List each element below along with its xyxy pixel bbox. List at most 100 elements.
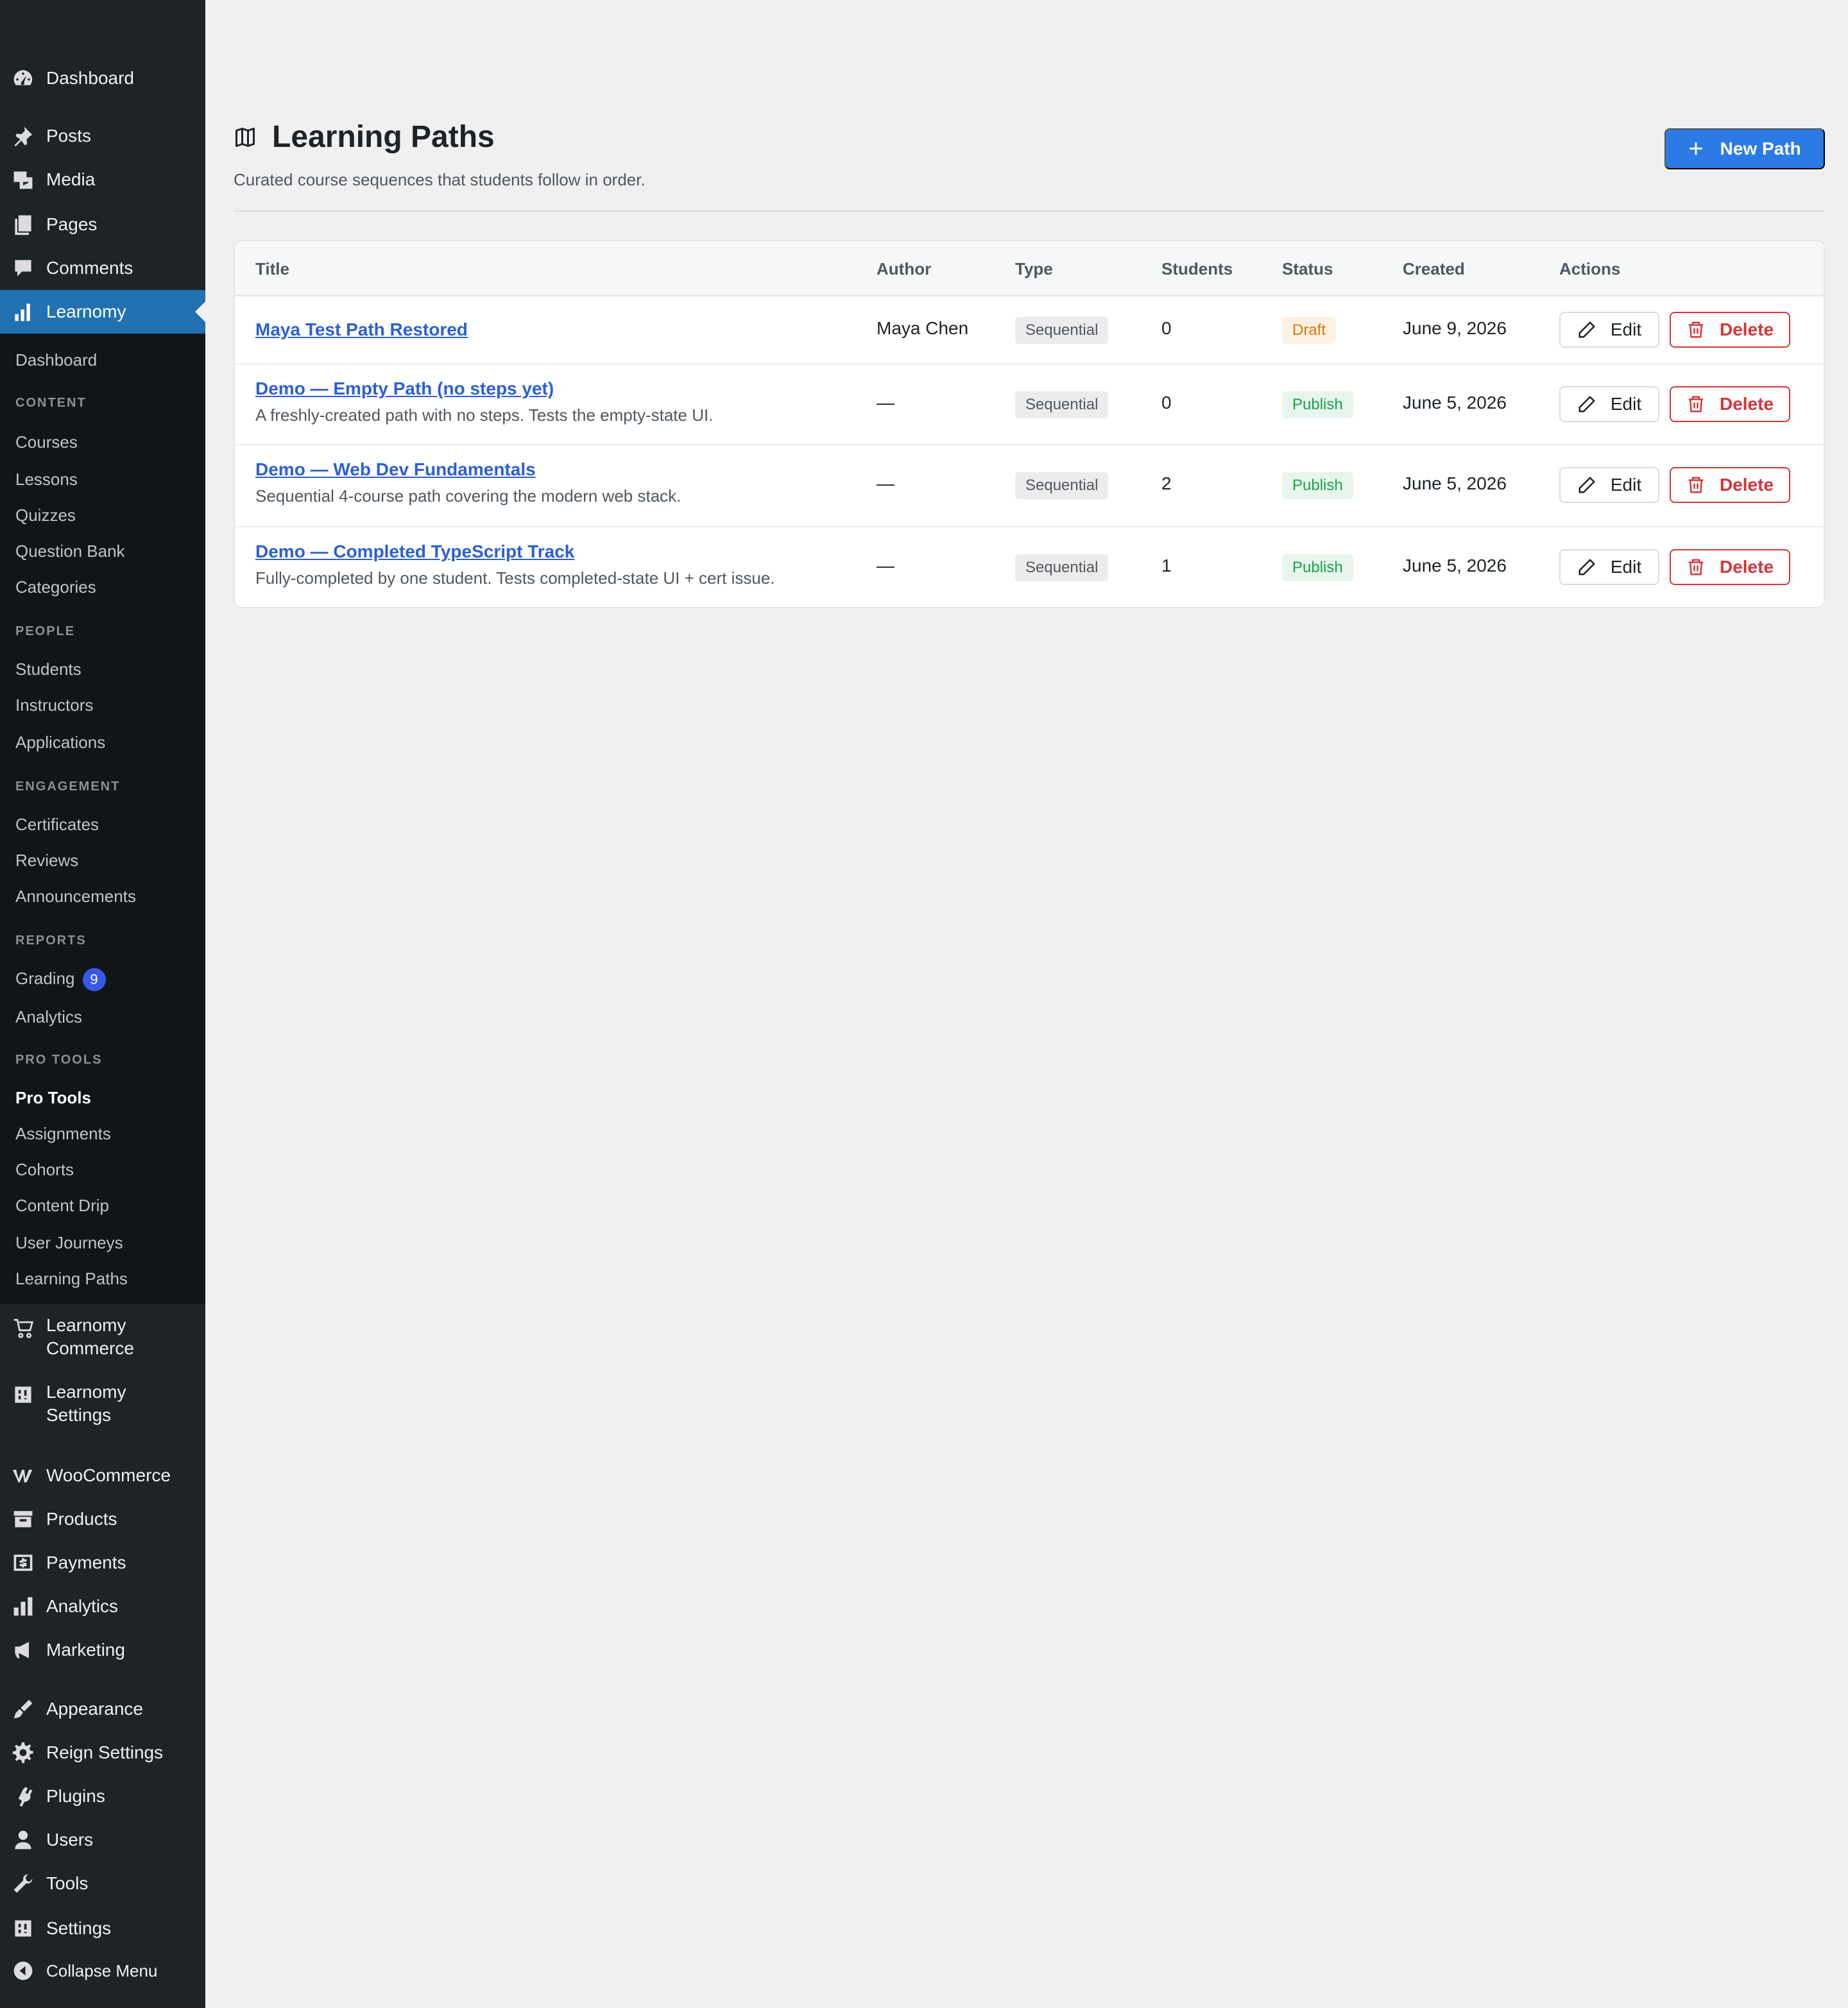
menu-learnomy-commerce[interactable]: Learnomy Commerce: [0, 1314, 205, 1360]
trash-icon: [1688, 477, 1704, 493]
students-cell: 0: [1161, 393, 1172, 413]
submenu-analytics[interactable]: Analytics: [15, 1006, 82, 1028]
created-cell: June 5, 2026: [1403, 556, 1507, 575]
menu-users[interactable]: Users: [0, 1828, 205, 1851]
path-title-link[interactable]: Demo — Empty Path (no steps yet): [255, 377, 554, 400]
menu-label: Tools: [46, 1873, 89, 1893]
delete-button[interactable]: Delete: [1670, 386, 1790, 422]
path-title-link[interactable]: Maya Test Path Restored: [255, 318, 468, 341]
menu-tools[interactable]: Tools: [0, 1872, 205, 1895]
type-badge: Sequential: [1015, 317, 1109, 344]
menu-label: Media: [46, 169, 96, 189]
submenu-certificates[interactable]: Certificates: [15, 813, 99, 835]
menu-label: Reign Settings: [46, 1742, 164, 1762]
menu-products[interactable]: Products: [0, 1508, 205, 1531]
path-title-link[interactable]: Demo — Web Dev Fundamentals: [255, 458, 536, 481]
menu-marketing[interactable]: Marketing: [0, 1638, 205, 1662]
submenu-grading-label: Grading: [15, 969, 75, 988]
submenu-assignments[interactable]: Assignments: [15, 1123, 111, 1144]
table-row: Maya Test Path Restored Maya Chen Sequen…: [235, 296, 1824, 364]
submenu-user-journeys[interactable]: User Journeys: [15, 1232, 123, 1254]
collapse-icon: [10, 1958, 36, 1984]
menu-settings[interactable]: Settings: [0, 1917, 205, 1940]
menu-pages[interactable]: Pages: [0, 213, 205, 236]
submenu-pro-tools[interactable]: Pro Tools: [15, 1087, 91, 1109]
delete-label: Delete: [1719, 394, 1774, 414]
submenu-heading-pro-tools: PRO TOOLS: [15, 1053, 103, 1067]
menu-label-line2: Commerce: [46, 1338, 134, 1358]
menu-label-line2: Settings: [46, 1405, 112, 1425]
submenu-content-drip[interactable]: Content Drip: [15, 1195, 109, 1216]
students-cell: 0: [1161, 318, 1172, 338]
menu-label: Dashboard: [46, 68, 134, 88]
author-cell: —: [877, 393, 894, 413]
edit-button[interactable]: Edit: [1559, 549, 1659, 585]
edit-button[interactable]: Edit: [1559, 312, 1659, 348]
menu-comments[interactable]: Comments: [0, 257, 205, 280]
edit-label: Edit: [1610, 394, 1642, 414]
menu-woocommerce[interactable]: WooCommerce: [0, 1464, 205, 1487]
menu-collapse[interactable]: Collapse Menu: [0, 1959, 205, 1982]
menu-learnomy-settings[interactable]: Learnomy Settings: [0, 1381, 205, 1427]
submenu-students[interactable]: Students: [15, 658, 81, 680]
submenu-courses[interactable]: Courses: [15, 431, 78, 453]
menu-dashboard[interactable]: Dashboard: [0, 67, 205, 90]
delete-label: Delete: [1719, 557, 1774, 577]
edit-button[interactable]: Edit: [1559, 467, 1659, 503]
menu-appearance[interactable]: Appearance: [0, 1697, 205, 1721]
learning-paths-table: Title Author Type Students Status Create…: [234, 240, 1825, 608]
delete-button[interactable]: Delete: [1670, 467, 1790, 503]
students-cell: 1: [1161, 556, 1172, 575]
column-header-students[interactable]: Students: [1161, 241, 1233, 296]
menu-plugins[interactable]: Plugins: [0, 1785, 205, 1808]
author-cell: —: [877, 556, 894, 575]
menu-media[interactable]: Media: [0, 168, 205, 191]
brush-icon: [10, 1696, 36, 1722]
delete-button[interactable]: Delete: [1670, 312, 1790, 348]
menu-reign-settings[interactable]: Reign Settings: [0, 1741, 205, 1764]
submenu-heading-engagement: ENGAGEMENT: [15, 779, 121, 794]
dollar-icon: [10, 1550, 36, 1576]
column-header-author[interactable]: Author: [877, 241, 931, 296]
submenu-cohorts[interactable]: Cohorts: [15, 1159, 74, 1180]
submenu-quizzes[interactable]: Quizzes: [15, 504, 76, 526]
path-title-link[interactable]: Demo — Completed TypeScript Track: [255, 540, 574, 563]
column-header-created[interactable]: Created: [1403, 241, 1465, 296]
menu-posts[interactable]: Posts: [0, 124, 205, 148]
column-header-status[interactable]: Status: [1282, 241, 1333, 296]
column-header-title[interactable]: Title: [255, 241, 289, 296]
submenu-instructors[interactable]: Instructors: [15, 694, 93, 716]
submenu-grading[interactable]: Grading 9: [15, 967, 106, 992]
menu-analytics[interactable]: Analytics: [0, 1595, 205, 1618]
column-header-type[interactable]: Type: [1015, 241, 1053, 296]
submenu-categories[interactable]: Categories: [15, 576, 96, 598]
woo-icon: [10, 1463, 36, 1488]
map-icon: [235, 128, 255, 147]
menu-label: Payments: [46, 1553, 126, 1572]
status-badge: Publish: [1282, 472, 1353, 499]
edit-button[interactable]: Edit: [1559, 386, 1659, 422]
menu-label: Collapse Menu: [46, 1961, 158, 1980]
submenu-heading-people: PEOPLE: [15, 624, 76, 638]
submenu-lessons[interactable]: Lessons: [15, 468, 78, 490]
menu-label: Pages: [46, 214, 98, 234]
submenu-applications[interactable]: Applications: [15, 731, 105, 753]
submenu-dashboard[interactable]: Dashboard: [15, 349, 97, 371]
gear-icon: [10, 1740, 36, 1766]
new-path-label: New Path: [1720, 139, 1801, 158]
menu-payments[interactable]: Payments: [0, 1551, 205, 1574]
submenu-reviews[interactable]: Reviews: [15, 849, 78, 871]
submenu-announcements[interactable]: Announcements: [15, 885, 136, 907]
menu-learnomy[interactable]: Learnomy: [0, 290, 205, 334]
menu-label-line1: Learnomy: [46, 1382, 126, 1402]
table-header: Title Author Type Students Status Create…: [235, 241, 1824, 296]
trash-icon: [1688, 321, 1704, 338]
grading-count-badge: 9: [82, 968, 106, 992]
page-header: Learning Paths Curated course sequences …: [234, 115, 1825, 212]
author-cell: Maya Chen: [877, 318, 969, 338]
new-path-button[interactable]: + New Path: [1664, 128, 1825, 169]
submenu-question-bank[interactable]: Question Bank: [15, 540, 125, 562]
submenu-learning-paths[interactable]: Learning Paths: [15, 1268, 128, 1289]
delete-button[interactable]: Delete: [1670, 549, 1790, 585]
submenu-heading-content: CONTENT: [15, 396, 87, 410]
